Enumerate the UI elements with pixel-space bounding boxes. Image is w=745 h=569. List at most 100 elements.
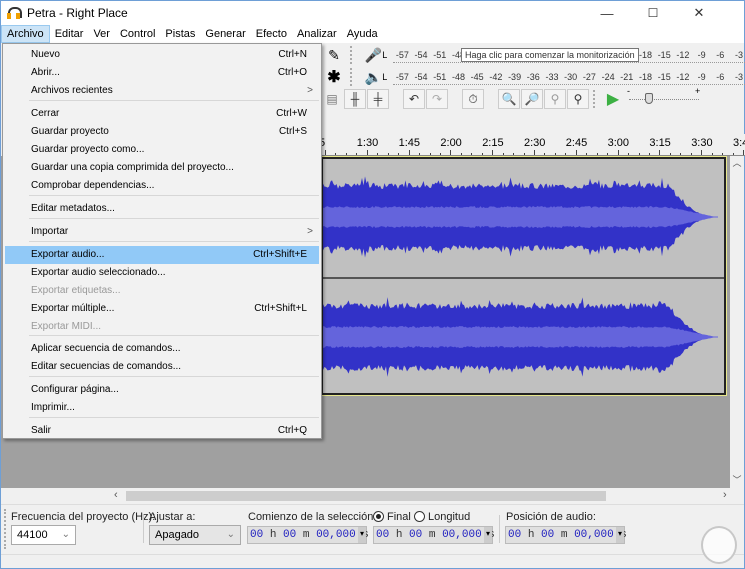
meter-tick-label: -15 (657, 71, 671, 82)
file-menu-item-nuevo[interactable]: Nuevo Ctrl+N (5, 46, 319, 64)
meter-tick-label: -21 (620, 71, 634, 82)
record-meter[interactable]: Haga clic para comenzar la monitorizació… (393, 47, 745, 63)
menu-analizar[interactable]: Analizar (292, 25, 342, 43)
menu-ayuda[interactable]: Ayuda (342, 25, 383, 43)
file-menu-item-editar-secuencias-de-comandos[interactable]: Editar secuencias de comandos... (5, 358, 319, 376)
menu-pistas[interactable]: Pistas (160, 25, 200, 43)
file-menu-item-configurar-página[interactable]: Configurar página... (5, 381, 319, 399)
undo-icon[interactable]: ↶ (403, 89, 425, 109)
horizontal-scroll-thumb[interactable] (126, 491, 606, 501)
minimize-button[interactable]: — (584, 1, 630, 25)
toolbar-grip[interactable] (593, 90, 599, 108)
timeline-tick-label: 3:15 (649, 137, 671, 149)
file-menu-item-abrir[interactable]: Abrir... Ctrl+O (5, 64, 319, 82)
vertical-scrollbar[interactable]: ︿ ﹀ (730, 156, 744, 488)
file-menu-item-guardar-proyecto[interactable]: Guardar proyecto Ctrl+S (5, 123, 319, 141)
toolbar-grip[interactable] (4, 509, 7, 549)
file-menu-item-exportar-audio[interactable]: Exportar audio... Ctrl+Shift+E (5, 246, 319, 264)
scroll-up-icon[interactable]: ︿ (730, 156, 744, 169)
timeline-tick-label: 3:00 (607, 137, 630, 149)
left-channel[interactable] (323, 159, 724, 275)
timeline-ruler[interactable]: 51:301:452:002:152:302:453:003:153:303:4… (319, 134, 745, 156)
trim-icon[interactable]: ╫ (344, 89, 366, 109)
menu-item-label: Aplicar secuencia de comandos... (31, 343, 181, 354)
menu-editar[interactable]: Editar (50, 25, 89, 43)
menu-item-shortcut: Ctrl+Shift+E (253, 249, 307, 260)
file-menu-item-exportar-audio-seleccionado[interactable]: Exportar audio seleccionado... (5, 264, 319, 282)
file-menu-item-aplicar-secuencia-de-comandos[interactable]: Aplicar secuencia de comandos... (5, 340, 319, 358)
file-menu-item-importar[interactable]: Importar > (5, 223, 319, 241)
play-at-speed-icon[interactable]: ▶ (602, 89, 624, 109)
time-format-dropdown-icon[interactable]: ▾ (484, 527, 492, 543)
fit-project-icon[interactable]: ⚲ (567, 89, 589, 109)
time-format-dropdown-icon[interactable]: ▾ (616, 527, 624, 543)
file-menu-item-guardar-una-copia-comprimida-del-proyecto[interactable]: Guardar una copia comprimida del proyect… (5, 159, 319, 177)
file-menu-item-exportar-midi[interactable]: Exportar MIDI... (5, 318, 319, 336)
audacity-window: Petra - Right Place — ☐ ✕ Archivo Editar… (0, 0, 745, 569)
silence-icon[interactable]: ╪ (367, 89, 389, 109)
meter-tick-label: -15 (657, 49, 671, 60)
audio-position-time[interactable]: 00 h 00 m 00,000 s ▾ (505, 526, 627, 544)
file-menu-item-imprimir[interactable]: Imprimir... (5, 399, 319, 417)
menu-separator (29, 218, 319, 219)
project-rate-select[interactable]: 44100 ⌄ (11, 525, 76, 545)
selection-start-time[interactable]: 00 h 00 m 00,000 s ▾ (247, 526, 369, 544)
length-radio[interactable]: Longitud (414, 511, 470, 523)
speaker-icon[interactable]: 🔈 L (359, 67, 393, 87)
slider-thumb[interactable] (644, 93, 653, 104)
horizontal-scrollbar[interactable]: ‹ › (1, 488, 744, 504)
maximize-button[interactable]: ☐ (630, 1, 676, 25)
right-channel[interactable] (323, 277, 724, 393)
timeline-tick-mark (460, 153, 462, 155)
menu-generar[interactable]: Generar (200, 25, 250, 43)
sync-lock-icon[interactable]: ⏱ (462, 89, 484, 109)
file-menu-item-archivos-recientes[interactable]: Archivos recientes > (5, 82, 319, 100)
timeline-tick-mark (659, 150, 661, 155)
redo-icon[interactable]: ↷ (426, 89, 448, 109)
menu-control[interactable]: Control (115, 25, 160, 43)
timeline-tick-mark (513, 153, 515, 155)
scroll-right-icon[interactable]: › (723, 489, 727, 501)
file-menu-item-cerrar[interactable]: Cerrar Ctrl+W (5, 105, 319, 123)
microphone-icon[interactable]: 🎤 L (359, 45, 393, 65)
time-format-dropdown-icon[interactable]: ▾ (358, 527, 366, 543)
scroll-left-icon[interactable]: ‹ (114, 489, 118, 501)
audio-track[interactable] (320, 156, 727, 396)
timeline-tick-mark (690, 153, 692, 155)
multi-tool-icon[interactable]: ✱ (321, 67, 347, 87)
play-meter[interactable]: -57 -54 -51 -48 -45 -42 -39 -36 -33 -30 -27 -24 -21-… (393, 69, 745, 85)
menu-item-label: Importar (31, 226, 69, 237)
selection-end-time[interactable]: 00 h 00 m 00,000 s ▾ (373, 526, 495, 544)
meter-tick-label: -9 (697, 49, 706, 60)
menu-item-label: Comprobar dependencias... (31, 180, 155, 191)
zoom-in-icon[interactable]: 🔍 (498, 89, 520, 109)
pencil-icon[interactable]: ✎ (321, 45, 347, 65)
menu-ver[interactable]: Ver (88, 25, 115, 43)
length-radio-button[interactable] (414, 511, 425, 522)
meter-tick-label: -54 (414, 49, 428, 60)
zoom-out-icon[interactable]: 🔎 (521, 89, 543, 109)
meter-tick-label: -6 (716, 49, 725, 60)
meter-tick-label: -30 (564, 71, 578, 82)
end-radio-button[interactable] (373, 511, 384, 522)
file-menu-item-comprobar-dependencias[interactable]: Comprobar dependencias... (5, 177, 319, 195)
close-button[interactable]: ✕ (676, 1, 722, 25)
file-menu-item-exportar-múltiple[interactable]: Exportar múltiple... Ctrl+Shift+L (5, 300, 319, 318)
scroll-down-icon[interactable]: ﹀ (730, 473, 744, 486)
end-radio[interactable]: Final (373, 511, 411, 523)
file-menu-item-exportar-etiquetas[interactable]: Exportar etiquetas... (5, 282, 319, 300)
play-speed-slider[interactable]: - + (625, 86, 705, 109)
file-menu-item-guardar-proyecto-como[interactable]: Guardar proyecto como... (5, 141, 319, 159)
menu-efecto[interactable]: Efecto (251, 25, 292, 43)
paste-icon[interactable]: ▤ (321, 89, 343, 109)
audio-position-label: Posición de audio: (506, 511, 596, 523)
toolbar-grip[interactable] (350, 46, 356, 64)
file-menu-item-salir[interactable]: Salir Ctrl+Q (5, 422, 319, 440)
slider-min-label: - (627, 86, 630, 96)
toolbar-grip[interactable] (350, 68, 356, 86)
snap-select[interactable]: Apagado ⌄ (149, 525, 241, 545)
menu-archivo[interactable]: Archivo (1, 25, 50, 43)
file-menu-item-editar-metadatos[interactable]: Editar metadatos... (5, 200, 319, 218)
fit-selection-icon[interactable]: ⚲ (544, 89, 566, 109)
meter-tick-label: -9 (697, 71, 706, 82)
